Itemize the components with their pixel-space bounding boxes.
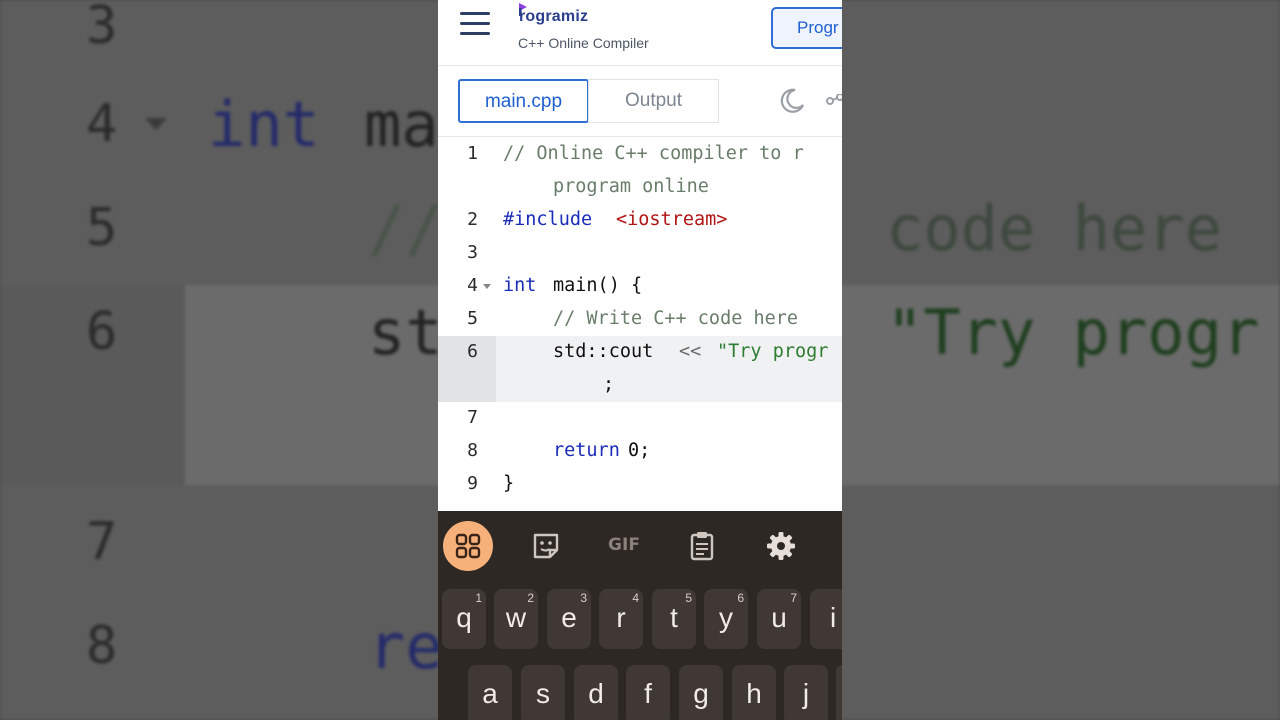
code-line-1-wrap: program online <box>553 176 709 197</box>
code-line-8-return: return <box>553 440 620 461</box>
code-line-6-semicolon: ; <box>603 374 615 395</box>
app-header: rogramiz C++ Online Compiler Progr <box>438 0 842 66</box>
line-number: 5 <box>467 308 478 329</box>
bg-line-number: 5 <box>86 198 118 258</box>
line-number: 9 <box>467 473 478 494</box>
bg-code-main: ma <box>364 88 439 161</box>
bg-line-number: 7 <box>86 512 118 572</box>
key-label: j <box>802 678 810 709</box>
code-line-6-cout: std::cout <box>553 341 654 362</box>
tab-main-cpp[interactable]: main.cpp <box>458 79 589 123</box>
key-label: u <box>771 602 787 633</box>
key-t[interactable]: t5 <box>652 589 696 649</box>
settings-gear-icon[interactable] <box>756 521 806 571</box>
bg-code-string: "Try progr <box>886 296 1260 369</box>
key-number-hint: 6 <box>737 591 744 605</box>
fold-arrow-icon[interactable] <box>483 284 491 289</box>
key-d[interactable]: d <box>574 665 618 720</box>
key-g[interactable]: g <box>679 665 723 720</box>
bg-line-number: 4 <box>86 94 118 154</box>
key-s[interactable]: s <box>521 665 565 720</box>
line-number: 3 <box>467 242 478 263</box>
key-r[interactable]: r4 <box>599 589 643 649</box>
on-screen-keyboard: GIF q 1 w 2 e 3 r 4 t 5 y 6 u 7 i a s d … <box>438 511 842 720</box>
page-subtitle: C++ Online Compiler <box>518 35 649 51</box>
key-y[interactable]: y6 <box>704 589 748 649</box>
key-number-hint: 4 <box>632 591 639 605</box>
key-h[interactable]: h <box>732 665 776 720</box>
editor-tabs-bar: main.cpp Output <box>438 66 842 137</box>
key-label: q <box>456 602 472 633</box>
key-partial[interactable] <box>836 665 842 720</box>
tab-output[interactable]: Output <box>588 79 719 123</box>
line-number: 4 <box>467 275 478 296</box>
code-line-6-operator: << <box>679 341 702 362</box>
code-editor[interactable]: 1 2 3 4 5 6 7 8 9 // Online C++ compiler… <box>438 137 842 511</box>
line-number: 2 <box>467 209 478 230</box>
key-label: t <box>670 602 678 633</box>
key-label: f <box>644 678 652 709</box>
key-label: a <box>482 678 498 709</box>
gif-label: GIF <box>608 535 640 555</box>
key-j[interactable]: j <box>784 665 828 720</box>
code-line-1: // Online C++ compiler to r <box>503 143 804 164</box>
key-number-hint: 5 <box>685 591 692 605</box>
bg-code-return: re <box>368 610 443 683</box>
bg-code-int: int <box>208 88 320 161</box>
key-label: g <box>693 678 709 709</box>
hamburger-menu-icon[interactable] <box>460 12 492 36</box>
sticker-icon[interactable] <box>521 521 571 571</box>
key-label: i <box>830 602 837 633</box>
bg-line-number: 6 <box>86 302 118 362</box>
phone-screen: rogramiz C++ Online Compiler Progr main.… <box>438 0 842 720</box>
key-label: s <box>536 678 550 709</box>
line-number: 8 <box>467 440 478 461</box>
code-line-2-header: <iostream> <box>616 209 728 230</box>
code-line-6-string: "Try progr <box>717 341 829 362</box>
apps-grid-icon[interactable] <box>443 521 493 571</box>
keyboard-toolbar: GIF <box>438 511 842 577</box>
code-line-4-main: main() { <box>553 275 643 296</box>
key-label: d <box>588 678 604 709</box>
key-i[interactable]: i <box>810 589 842 649</box>
key-number-hint: 3 <box>580 591 587 605</box>
share-icon[interactable] <box>826 94 842 108</box>
code-line-4-int: int <box>503 275 537 296</box>
key-e[interactable]: e3 <box>547 589 591 649</box>
key-u[interactable]: u7 <box>757 589 801 649</box>
programiz-pro-button[interactable]: Progr <box>771 7 842 49</box>
code-line-8-value: 0; <box>628 440 651 461</box>
bg-line-number: 8 <box>86 616 118 676</box>
bg-code-comment: // <box>368 192 443 265</box>
key-label: h <box>746 678 762 709</box>
key-number-hint: 7 <box>790 591 797 605</box>
logo-text: rogramiz <box>519 8 589 25</box>
key-q[interactable]: q1 <box>442 589 486 649</box>
bg-code-std: st <box>368 296 443 369</box>
code-line-2-include: #include <box>503 209 593 230</box>
line-number: 7 <box>467 407 478 428</box>
line-number: 6 <box>467 341 478 362</box>
key-a[interactable]: a <box>468 665 512 720</box>
bg-code-here: code here <box>886 192 1222 265</box>
bg-line-number: 3 <box>86 0 118 56</box>
key-number-hint: 2 <box>527 591 534 605</box>
key-label: e <box>561 602 577 633</box>
line-number: 1 <box>467 143 478 164</box>
key-w[interactable]: w2 <box>494 589 538 649</box>
key-label: w <box>505 602 527 633</box>
dark-mode-moon-icon[interactable] <box>778 87 806 115</box>
code-line-5-comment: // Write C++ code here <box>553 308 799 329</box>
clipboard-icon[interactable] <box>677 521 727 571</box>
key-number-hint: 1 <box>475 591 482 605</box>
key-label: y <box>719 602 733 633</box>
key-f[interactable]: f <box>626 665 670 720</box>
code-line-9-brace: } <box>503 473 515 494</box>
bg-fold-arrow <box>145 118 167 130</box>
key-label: r <box>616 602 626 633</box>
gif-button[interactable]: GIF <box>599 521 649 571</box>
